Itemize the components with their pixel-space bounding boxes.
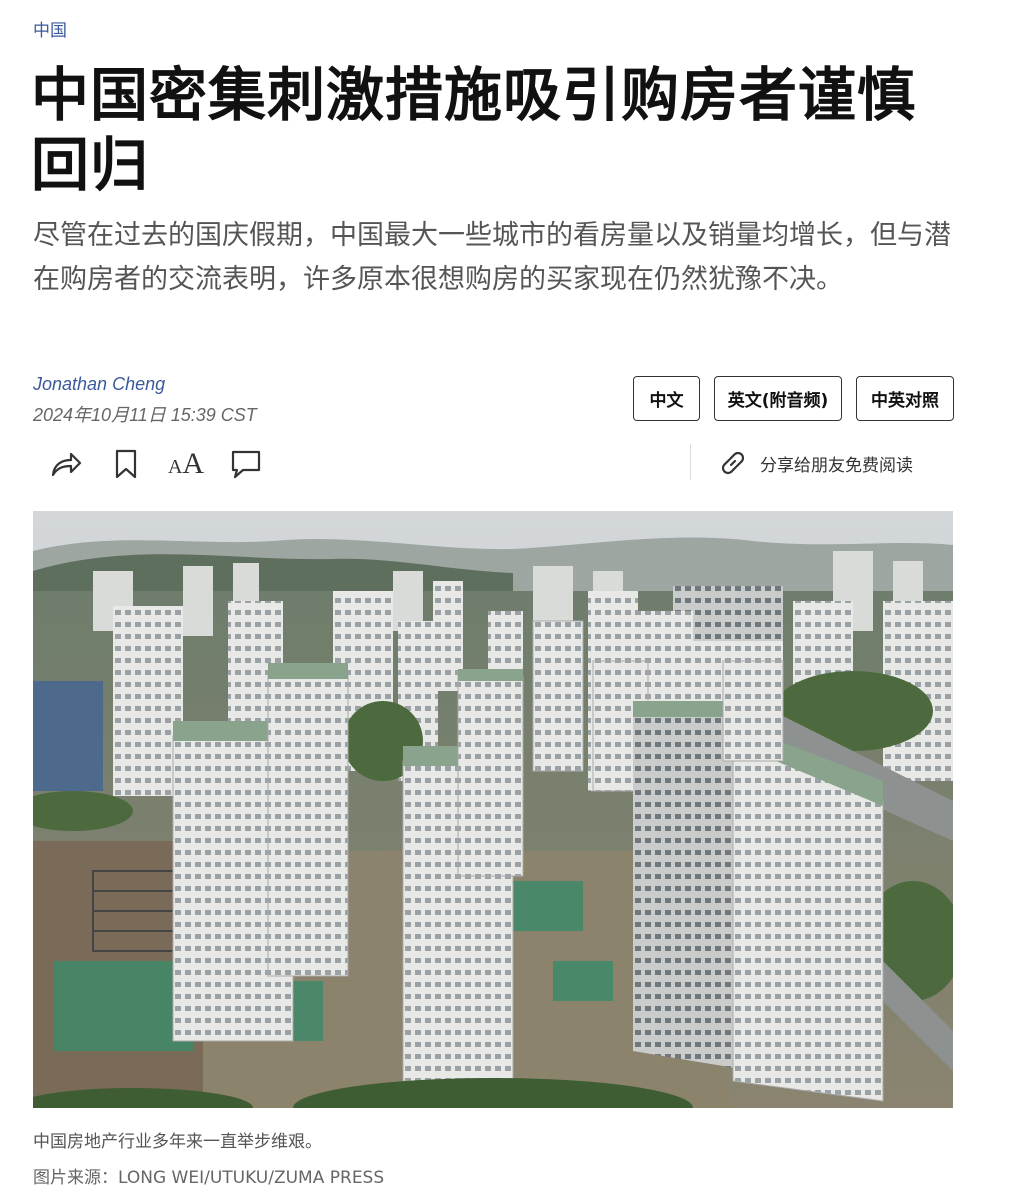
link-icon xyxy=(721,451,745,475)
comment-button[interactable] xyxy=(226,444,266,484)
article-dek: 尽管在过去的国庆假期，中国最大一些城市的看房量以及销量均增长，但与潜在购房者的交… xyxy=(33,220,951,295)
gift-article-button[interactable]: 分享给朋友免费阅读 xyxy=(716,446,913,480)
article-headline: 中国密集刺激措施吸引购房者谨慎回归 xyxy=(31,61,917,199)
text-size-icon: AA xyxy=(167,447,205,480)
language-bilingual-button[interactable]: 中英对照 xyxy=(856,376,954,421)
category-link[interactable]: 中国 xyxy=(33,16,67,41)
toolbar-divider xyxy=(690,444,691,480)
publish-timestamp: 2024年10月11日 15:39 CST xyxy=(33,405,257,425)
bookmark-button[interactable] xyxy=(106,444,146,484)
language-english-button[interactable]: 英文(附音频) xyxy=(714,376,842,421)
author-link[interactable]: Jonathan Cheng xyxy=(33,374,165,395)
comment-icon xyxy=(231,450,261,479)
photo-caption: 中国房地产行业多年来一直举步维艰。 xyxy=(33,1132,322,1152)
share-button[interactable] xyxy=(46,444,86,484)
photo-credit: 图片来源：LONG WEI/UTUKU/ZUMA PRESS xyxy=(33,1168,385,1188)
gift-article-label: 分享给朋友免费阅读 xyxy=(760,455,913,476)
bookmark-icon xyxy=(115,449,137,479)
text-size-button[interactable]: AA xyxy=(166,444,206,484)
language-chinese-button[interactable]: 中文 xyxy=(633,376,700,421)
share-arrow-icon xyxy=(51,452,82,477)
article-photo xyxy=(33,511,953,1108)
